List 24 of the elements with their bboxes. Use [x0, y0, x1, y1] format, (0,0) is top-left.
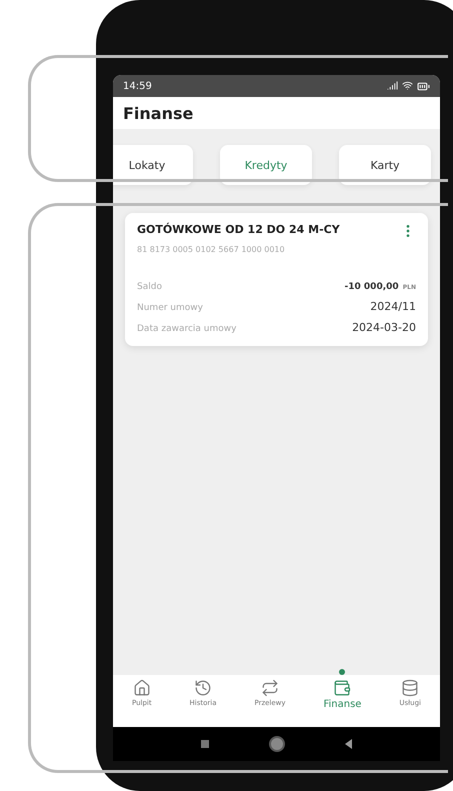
wifi-icon [402, 80, 413, 90]
home-icon[interactable] [269, 736, 285, 752]
detail-value: 2024/11 [370, 300, 416, 313]
nav-icon [401, 679, 420, 697]
page-title: Finanse [123, 104, 194, 122]
signal-icon [387, 80, 398, 90]
account-number: 81 8173 0005 0102 5667 1000 0010 [137, 245, 286, 254]
detail-label: Numer umowy [137, 303, 203, 313]
battery-icon [417, 80, 430, 92]
nav-item[interactable]: Finanse [323, 679, 362, 723]
nav-icon [194, 679, 212, 697]
nav-icon [132, 679, 151, 697]
active-dot [339, 669, 346, 675]
nav-icon [261, 679, 279, 697]
detail-value: 2024-03-20 [352, 321, 416, 334]
nav-icon [333, 679, 352, 697]
tab[interactable]: Kredyty [220, 145, 312, 185]
detail-label: Saldo [137, 282, 162, 292]
detail-label: Data zawarcia umowy [137, 324, 236, 334]
loan-title: GOTÓWKOWE OD 12 DO 24 M-CY [137, 223, 340, 236]
tab[interactable]: Lokaty [113, 145, 193, 185]
back-icon[interactable] [345, 739, 352, 749]
tab[interactable]: Karty [339, 145, 431, 185]
clock-time: 14:59 [123, 80, 152, 92]
